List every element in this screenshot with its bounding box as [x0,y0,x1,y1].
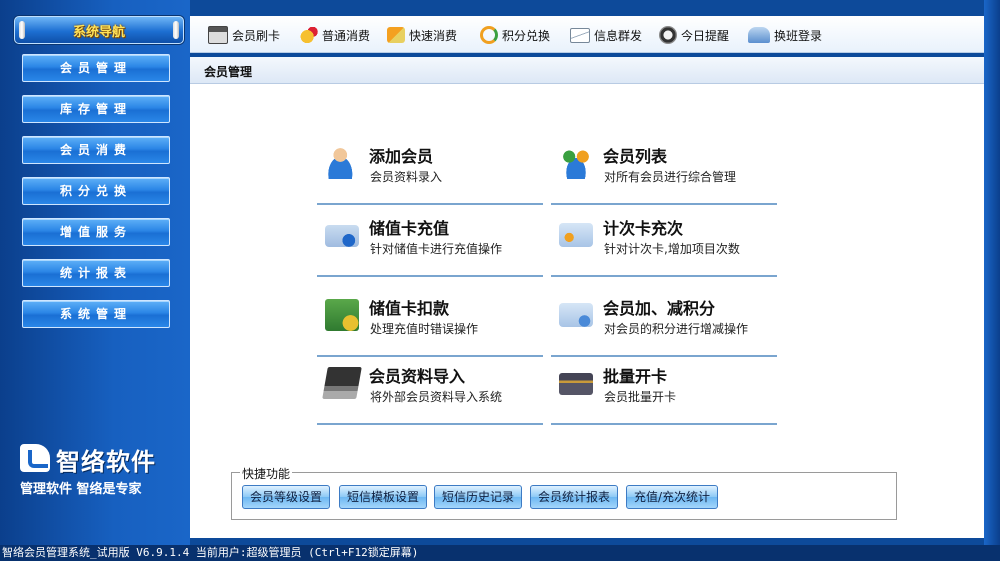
toolbar-member-swipe[interactable]: 会员刷卡 [208,26,280,44]
shortcut-group: 快捷功能 会员等级设置 短信模板设置 短信历史记录 会员统计报表 充值/充次统计 [231,465,897,520]
import-laptop-icon [322,367,362,399]
func-card-deduct[interactable]: 储值卡扣款 处理充值时错误操作 [317,295,543,357]
card-recharge-icon [325,225,359,247]
sidebar: 系统导航 会员管理 库存管理 会员消费 积分兑换 增值服务 统计报表 系统管理 … [0,0,190,545]
card-deduct-icon [325,299,359,331]
toolbar-shift-login[interactable]: 换班登录 [748,26,822,44]
fast-money-icon [387,27,405,43]
shortcut-legend: 快捷功能 [240,465,293,482]
clock-icon [659,26,677,44]
exchange-arrows-icon [480,26,498,44]
toolbar: 会员刷卡 普通消费 快速消费 积分兑换 信息群发 今日提醒 换班登录 [190,16,984,53]
shortcut-member-level-settings-button[interactable]: 会员等级设置 [242,485,330,509]
toolbar-normal-consumption[interactable]: 普通消费 [300,26,370,44]
points-adjust-icon [559,303,593,327]
envelope-icon [570,27,590,43]
sidebar-item-statistics-report[interactable]: 统计报表 [22,259,170,287]
sidebar-item-points-exchange[interactable]: 积分兑换 [22,177,170,205]
toolbar-quick-consumption[interactable]: 快速消费 [387,26,457,44]
coins-person-icon [300,27,318,43]
logo-icon [20,444,50,472]
sidebar-item-value-added-service[interactable]: 增值服务 [22,218,170,246]
func-add-member[interactable]: 添加会员 会员资料录入 [317,143,543,205]
add-member-icon [325,147,359,179]
func-member-list[interactable]: 会员列表 对所有会员进行综合管理 [551,143,777,205]
page-title: 会员管理 [204,65,253,79]
shift-login-icon [748,27,770,43]
func-import-member-data[interactable]: 会员资料导入 将外部会员资料导入系统 [317,363,543,425]
sidebar-item-member-management[interactable]: 会员管理 [22,54,170,82]
right-border [984,0,1000,545]
brand-logo: 智络软件 管理软件 智络是专家 [18,442,183,502]
count-card-icon [559,223,593,247]
func-points-adjust[interactable]: 会员加、减积分 对会员的积分进行增减操作 [551,295,777,357]
nav-header: 系统导航 [14,16,184,44]
status-bar: 智络会员管理系统_试用版 V6.9.1.4 当前用户:超级管理员 (Ctrl+F… [0,545,1000,561]
shortcut-sms-history-button[interactable]: 短信历史记录 [434,485,522,509]
nav-title: 系统导航 [72,25,125,40]
sidebar-item-system-management[interactable]: 系统管理 [22,300,170,328]
logo-slogan: 管理软件 智络是专家 [20,482,142,497]
logo-name: 智络软件 [56,448,156,476]
toolbar-bulk-message[interactable]: 信息群发 [570,26,642,44]
shortcut-recharge-stats-button[interactable]: 充值/充次统计 [626,485,718,509]
card-reader-icon [208,26,228,44]
sidebar-item-member-consumption[interactable]: 会员消费 [22,136,170,164]
main-content: 会员管理 添加会员 会员资料录入 会员列表 对所有会员进行综合管理 储值卡充值 … [190,57,984,538]
batch-card-icon [559,373,593,395]
shortcut-sms-template-button[interactable]: 短信模板设置 [339,485,427,509]
member-list-icon [559,147,593,179]
toolbar-points-exchange[interactable]: 积分兑换 [480,26,550,44]
sidebar-item-inventory-management[interactable]: 库存管理 [22,95,170,123]
toolbar-today-reminder[interactable]: 今日提醒 [659,26,729,44]
shortcut-member-stats-button[interactable]: 会员统计报表 [530,485,618,509]
func-card-recharge[interactable]: 储值卡充值 针对储值卡进行充值操作 [317,215,543,277]
func-batch-open-card[interactable]: 批量开卡 会员批量开卡 [551,363,777,425]
bolt-icon [173,21,179,39]
content-header: 会员管理 [190,57,984,84]
func-count-card-recharge[interactable]: 计次卡充次 针对计次卡,增加项目次数 [551,215,777,277]
